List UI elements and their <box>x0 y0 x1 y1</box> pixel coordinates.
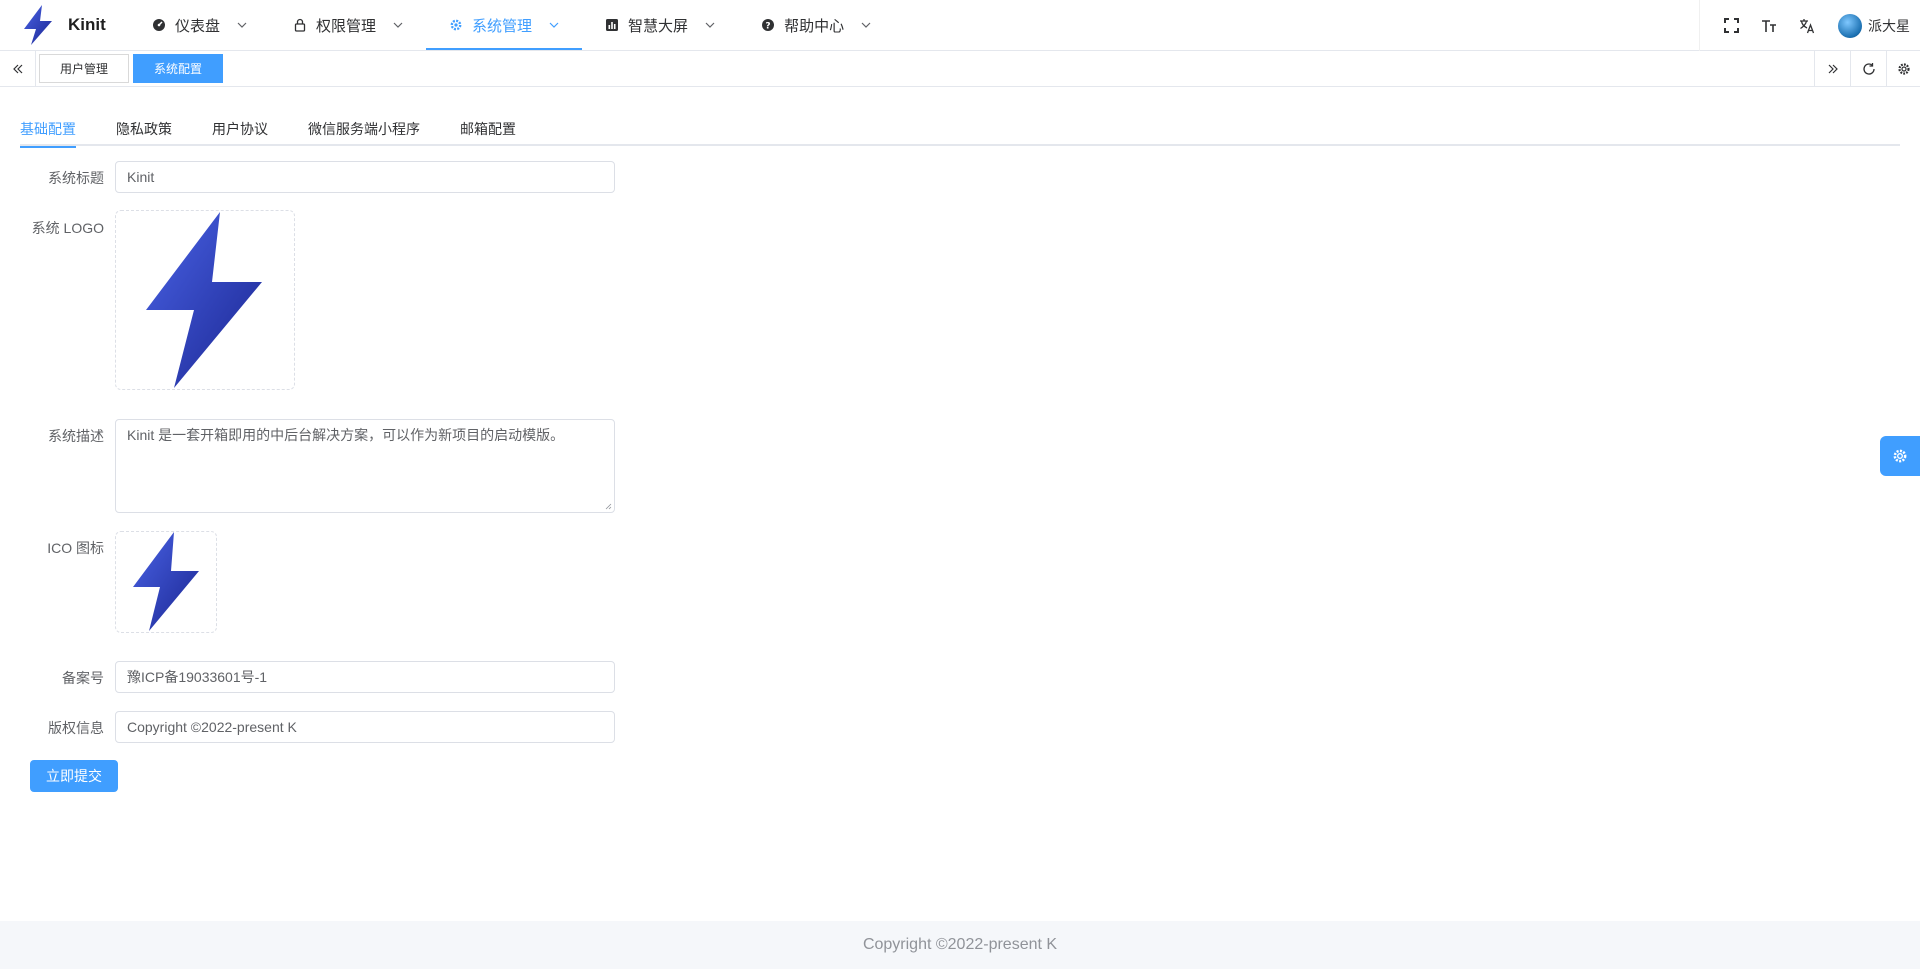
tab-user-agreement[interactable]: 用户协议 <box>212 112 268 146</box>
font-size-icon[interactable] <box>1750 0 1788 51</box>
refresh-icon <box>1862 62 1875 75</box>
tab-wechat-miniprogram[interactable]: 微信服务端小程序 <box>308 112 420 146</box>
desc-label: 系统描述 <box>48 428 104 444</box>
lightning-logo-icon <box>146 212 262 388</box>
logo-label: 系统 LOGO <box>31 220 104 236</box>
translate-icon[interactable] <box>1788 0 1826 51</box>
scroll-left-button[interactable] <box>0 51 36 86</box>
header-tools: 派大星 <box>1699 0 1920 51</box>
config-tabs: 基础配置 隐私政策 用户协议 微信服务端小程序 邮箱配置 <box>20 112 1900 148</box>
avatar <box>1838 13 1862 38</box>
icp-label: 备案号 <box>62 670 104 686</box>
title-input[interactable]: Kinit <box>115 161 615 193</box>
menu-dashboard-label: 仪表盘 <box>175 17 221 35</box>
lightning-logo-icon <box>24 5 52 45</box>
resize-handle-icon[interactable] <box>605 503 612 510</box>
refresh-button[interactable] <box>1850 51 1886 86</box>
tag-label: 用户管理 <box>59 62 108 76</box>
lightning-logo-icon <box>133 532 199 631</box>
menu-system-label: 系统管理 <box>472 17 533 35</box>
menu-bigscreen-label: 智慧大屏 <box>628 17 689 35</box>
tab-email-config[interactable]: 邮箱配置 <box>460 112 516 146</box>
menu-system[interactable]: 系统管理 <box>426 0 583 50</box>
menu-dashboard[interactable]: 仪表盘 <box>129 0 270 50</box>
desc-textarea[interactable]: Kinit 是一套开箱即用的中后台解决方案，可以作为新项目的启动模版。 <box>115 419 615 513</box>
copyright-label: 版权信息 <box>48 720 104 736</box>
gear-icon <box>448 17 464 33</box>
double-chevron-right-icon <box>1828 64 1838 73</box>
bar-chart-icon <box>604 17 620 33</box>
lock-icon <box>292 17 308 33</box>
footer: Copyright ©2022-present K <box>0 921 1920 969</box>
submit-button[interactable]: 立即提交 <box>30 760 118 792</box>
chevron-down-icon <box>548 19 560 31</box>
tag-label: 系统配置 <box>153 62 202 76</box>
chevron-down-icon <box>704 19 716 31</box>
dashboard-icon <box>151 17 167 33</box>
gear-icon <box>1897 62 1910 75</box>
copyright-input[interactable]: Copyright ©2022-present K <box>115 711 615 743</box>
help-icon: ? <box>760 17 776 33</box>
top-menu: 仪表盘 权限管理 系统管理 智慧大屏 ? 帮助中心 <box>129 0 894 50</box>
chevron-down-icon <box>236 19 248 31</box>
tag-user-management[interactable]: 用户管理 <box>39 54 129 83</box>
menu-bigscreen[interactable]: 智慧大屏 <box>582 0 738 50</box>
svg-text:?: ? <box>765 22 770 32</box>
ico-label: ICO 图标 <box>47 540 104 556</box>
app-logo[interactable]: Kinit <box>20 4 106 46</box>
ico-upload[interactable] <box>115 531 217 633</box>
menu-permission[interactable]: 权限管理 <box>270 0 426 50</box>
tags-settings-button[interactable] <box>1886 51 1920 86</box>
double-chevron-left-icon <box>12 64 22 73</box>
user-name: 派大星 <box>1868 17 1910 34</box>
footer-copyright: Copyright ©2022-present K <box>862 936 1058 953</box>
logo-upload[interactable] <box>115 210 295 390</box>
tab-privacy-policy[interactable]: 隐私政策 <box>116 112 172 146</box>
gear-icon <box>1893 449 1907 463</box>
icp-input[interactable]: 豫ICP备19033601号-1 <box>115 661 615 693</box>
scroll-right-button[interactable] <box>1814 51 1850 86</box>
top-header: Kinit 仪表盘 权限管理 系统管理 智慧大屏 ? 帮助中心 派大星 <box>0 0 1920 51</box>
title-label: 系统标题 <box>48 170 104 186</box>
chevron-down-icon <box>860 19 872 31</box>
tab-basic-config[interactable]: 基础配置 <box>20 112 76 148</box>
menu-help[interactable]: ? 帮助中心 <box>738 0 894 50</box>
chevron-down-icon <box>392 19 404 31</box>
fullscreen-icon[interactable] <box>1712 0 1750 51</box>
user-menu[interactable]: 派大星 <box>1838 13 1910 38</box>
menu-permission-label: 权限管理 <box>316 17 377 35</box>
floating-settings-button[interactable] <box>1880 436 1920 476</box>
tags-bar: 用户管理 系统配置 <box>0 51 1920 87</box>
tag-system-config[interactable]: 系统配置 <box>133 54 223 83</box>
desc-text: Kinit 是一套开箱即用的中后台解决方案，可以作为新项目的启动模版。 <box>127 427 565 443</box>
menu-help-label: 帮助中心 <box>784 17 845 35</box>
app-name: Kinit <box>68 15 106 34</box>
